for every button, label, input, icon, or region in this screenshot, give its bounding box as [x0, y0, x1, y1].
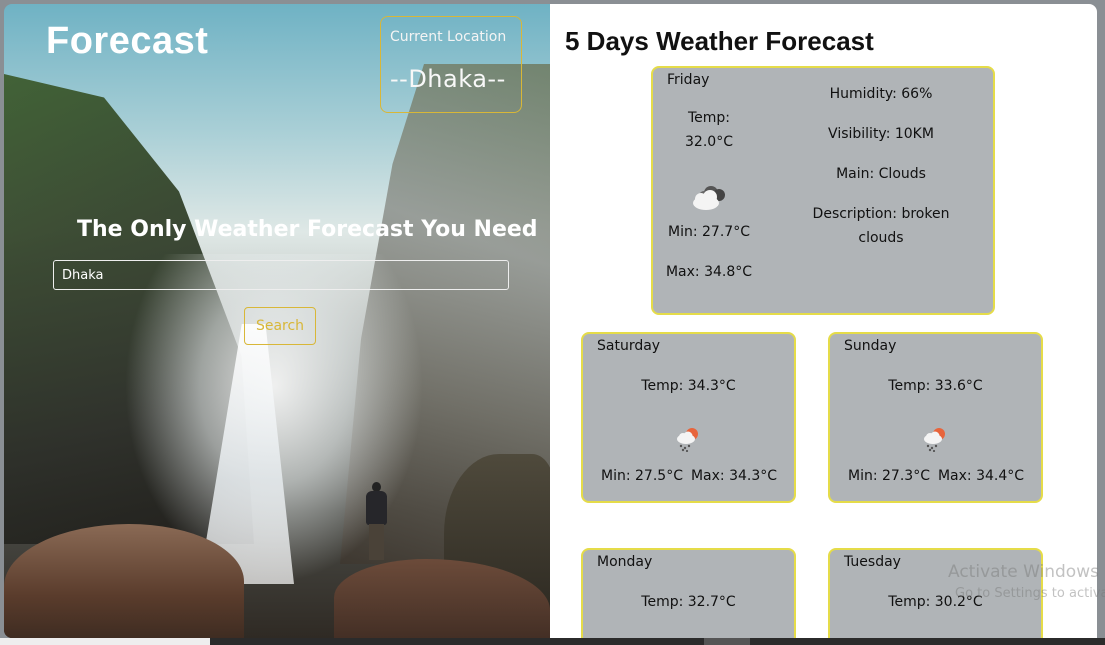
current-location-label: Current Location: [390, 29, 507, 45]
bottom-bar: [0, 638, 1105, 645]
city-search-input[interactable]: [53, 260, 509, 290]
current-location-box: Current Location --Dhaka--: [380, 16, 522, 113]
forecast-card: Sunday Temp: 33.6°C Min: 27.3°C Max: 34.…: [828, 332, 1043, 503]
card-day: Monday: [597, 554, 653, 570]
person-body: [366, 491, 387, 525]
broken-clouds-icon: [693, 186, 725, 210]
card-description: Description: broken: [812, 206, 950, 222]
card-max: Max: 34.3°C: [690, 468, 778, 484]
card-temp: Temp: 33.6°C: [888, 378, 983, 394]
card-visibility: Visibility: 10KM: [828, 126, 934, 142]
card-day: Tuesday: [844, 554, 901, 570]
hero-panel: Forecast Current Location --Dhaka-- The …: [4, 4, 550, 638]
forecast-title: 5 Days Weather Forecast: [565, 26, 874, 56]
card-humidity: Humidity: 66%: [829, 86, 933, 102]
card-max: Max: 34.4°C: [937, 468, 1025, 484]
current-location-value: --Dhaka--: [390, 65, 506, 93]
card-description-cont: clouds: [858, 230, 904, 246]
card-min: Min: 27.5°C: [601, 468, 683, 484]
activate-windows-watermark: Activate Windows: [948, 562, 1099, 582]
card-day: Saturday: [597, 338, 661, 354]
search-button[interactable]: Search: [244, 307, 316, 345]
card-temp-value: 32.0°C: [685, 134, 733, 150]
scrollbar-thumb[interactable]: [704, 638, 750, 645]
forecast-card-main: Friday Temp: 32.0°C Min: 27.7°C Max: 34.…: [651, 66, 995, 315]
forecast-card: Saturday Temp: 34.3°C Min: 27.5°C Max: 3…: [581, 332, 796, 503]
forecast-card: Monday Temp: 32.7°C: [581, 548, 796, 638]
card-min: Min: 27.3°C: [848, 468, 930, 484]
bottom-bar-segment: [0, 638, 210, 645]
card-day: Friday: [667, 72, 710, 88]
card-min: Min: 27.7°C: [668, 224, 750, 240]
card-temp-label: Temp:: [687, 110, 731, 126]
background-person: [361, 482, 391, 562]
activate-windows-subtext: Go to Settings to activate: [955, 586, 1105, 601]
card-main-condition: Main: Clouds: [836, 166, 926, 182]
rain-sun-icon: [677, 428, 698, 452]
card-max: Max: 34.8°C: [665, 264, 753, 280]
brand-title: Forecast: [46, 20, 209, 62]
card-day: Sunday: [844, 338, 897, 354]
forecast-panel: 5 Days Weather Forecast Friday Temp: 32.…: [550, 4, 1097, 638]
rain-sun-icon: [924, 428, 945, 452]
person-legs: [369, 524, 384, 560]
hero-tagline: The Only Weather Forecast You Need: [77, 217, 538, 242]
card-temp: Temp: 34.3°C: [641, 378, 736, 394]
weather-app: Forecast Current Location --Dhaka-- The …: [0, 0, 1105, 645]
card-temp: Temp: 32.7°C: [641, 594, 736, 610]
